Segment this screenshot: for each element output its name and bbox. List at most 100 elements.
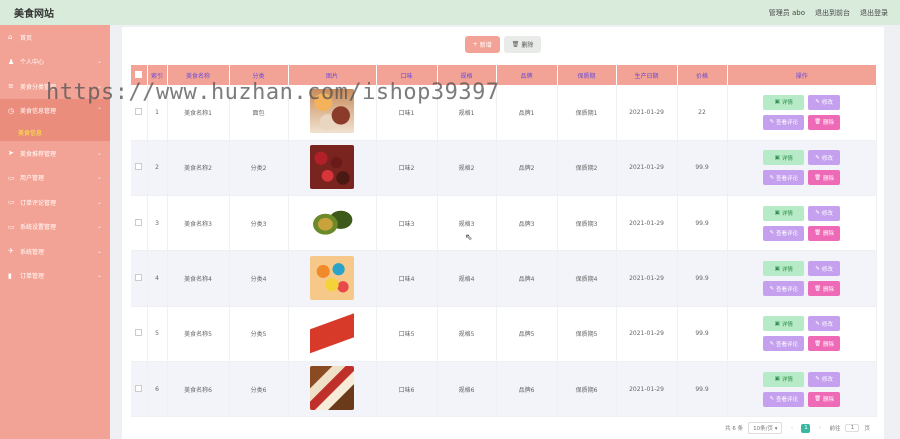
- edit-button[interactable]: ✎ 修改: [808, 261, 841, 277]
- edit-button[interactable]: ✎ 修改: [808, 371, 841, 387]
- front-link[interactable]: 退出到前台: [815, 8, 850, 18]
- actions-cell: ▣ 详情 ✎ 修改 ✎ 查看评论 🗑 删除: [727, 250, 877, 307]
- name-cell: 美食名称4: [167, 250, 230, 307]
- name-cell: 美食名称3: [167, 195, 230, 252]
- row-checkbox[interactable]: [135, 218, 143, 226]
- current-page[interactable]: 1: [801, 423, 811, 433]
- edit-button[interactable]: ✎ 修改: [808, 205, 841, 221]
- chevron-down-icon: ⌄: [96, 247, 102, 255]
- view-comments-button[interactable]: ✎ 查看评论: [763, 391, 805, 407]
- select-all-checkbox[interactable]: [135, 70, 143, 78]
- chevron-down-icon: ⌄: [96, 149, 102, 157]
- food-thumbnail-image: [310, 144, 354, 189]
- edit-label: 修改: [821, 321, 833, 328]
- food-table: 索引 美食名称 分类 图片 口味 规格 品牌 保质期 生产日期 价格 操作 1美…: [131, 65, 877, 418]
- image-cell: [288, 361, 377, 418]
- edit-button[interactable]: ✎ 修改: [808, 316, 841, 332]
- sidebar-item-7[interactable]: ▭ 系统设置管理 ⌄: [0, 215, 110, 240]
- prev-page-button[interactable]: ‹: [787, 424, 796, 433]
- bulk-delete-button[interactable]: 🗑 删除: [503, 36, 542, 53]
- image-cell: [288, 250, 377, 307]
- sidebar-item-0[interactable]: ⌂ 首页: [0, 25, 110, 50]
- detail-button[interactable]: ▣ 详情: [763, 316, 805, 332]
- delete-button[interactable]: 🗑 删除: [808, 391, 841, 407]
- view-comments-button[interactable]: ✎ 查看评论: [763, 170, 805, 186]
- admin-user-label: 管理员 abo: [768, 8, 805, 17]
- row-select-cell[interactable]: [131, 85, 148, 141]
- detail-icon: ▣: [774, 99, 780, 106]
- edit-button[interactable]: ✎ 修改: [808, 150, 841, 166]
- row-select-cell[interactable]: [131, 140, 148, 197]
- pencil-icon: ✎: [769, 340, 775, 347]
- detail-button[interactable]: ▣ 详情: [763, 205, 805, 221]
- detail-button[interactable]: ▣ 详情: [763, 371, 805, 387]
- brand-cell: 品牌3: [496, 195, 558, 252]
- detail-button[interactable]: ▣ 详情: [763, 94, 805, 110]
- delete-label: 删除: [823, 286, 835, 293]
- detail-button[interactable]: ▣ 详情: [763, 150, 805, 166]
- row-select-cell[interactable]: [131, 250, 148, 307]
- view-comments-label: 查看评论: [776, 175, 799, 182]
- list-icon: ≡: [8, 82, 14, 91]
- add-button[interactable]: + 新增: [464, 36, 500, 53]
- detail-label: 详情: [781, 321, 793, 328]
- sidebar-subitem[interactable]: 美食信息: [0, 123, 110, 141]
- view-comments-button[interactable]: ✎ 查看评论: [763, 336, 805, 352]
- sidebar-item-9[interactable]: ▮ 订单管理 ⌄: [0, 264, 110, 289]
- row-checkbox[interactable]: [135, 274, 143, 282]
- delete-button[interactable]: 🗑 删除: [808, 281, 841, 297]
- delete-button[interactable]: 🗑 删除: [808, 225, 841, 241]
- users-icon: ▭: [8, 173, 15, 182]
- goto-page-input[interactable]: 1: [845, 424, 860, 432]
- sidebar-item-4[interactable]: ➤ 美食推荐管理 ⌄: [0, 141, 110, 166]
- page-size-select[interactable]: 10条/页 ▾: [748, 422, 783, 434]
- row-checkbox[interactable]: [135, 107, 143, 115]
- pencil-icon: ✎: [769, 396, 775, 403]
- view-comments-label: 查看评论: [776, 397, 799, 404]
- view-comments-button[interactable]: ✎ 查看评论: [763, 225, 805, 241]
- detail-button[interactable]: ▣ 详情: [763, 261, 805, 277]
- logout-link[interactable]: 退出登录: [860, 8, 888, 18]
- col-brand: 品牌: [496, 65, 558, 85]
- row-select-cell[interactable]: [131, 306, 148, 362]
- col-category: 分类: [229, 65, 289, 85]
- row-checkbox[interactable]: [135, 163, 143, 171]
- col-price: 价格: [677, 65, 728, 85]
- view-comments-button[interactable]: ✎ 查看评论: [763, 114, 805, 130]
- table-header-row: 索引 美食名称 分类 图片 口味 规格 品牌 保质期 生产日期 价格 操作: [131, 65, 877, 85]
- delete-label: 删除: [823, 120, 835, 127]
- name-cell: 美食名称5: [167, 306, 230, 362]
- goto-label: 前往: [829, 426, 841, 432]
- row-select-cell[interactable]: [131, 195, 148, 252]
- sidebar-item-label: 订单管理: [20, 273, 45, 281]
- sidebar-item-2[interactable]: ≡ 美食分类管理 ⌄: [0, 74, 110, 99]
- select-all-cell[interactable]: [131, 65, 148, 85]
- row-select-cell[interactable]: [131, 361, 148, 418]
- sidebar-item-1[interactable]: ♟ 个人中心 ⌄: [0, 50, 110, 75]
- detail-icon: ▣: [774, 154, 780, 161]
- next-page-button[interactable]: ›: [815, 424, 824, 433]
- row-checkbox[interactable]: [135, 329, 143, 337]
- detail-label: 详情: [781, 266, 793, 273]
- edit-button[interactable]: ✎ 修改: [808, 94, 841, 110]
- view-comments-button[interactable]: ✎ 查看评论: [763, 281, 805, 297]
- sidebar-item-3[interactable]: ◷ 美食信息管理 ⌃: [0, 98, 110, 123]
- col-index: 索引: [147, 65, 168, 85]
- detail-label: 详情: [781, 100, 793, 107]
- brand-cell: 品牌6: [496, 361, 558, 418]
- delete-button[interactable]: 🗑 删除: [808, 114, 841, 130]
- delete-button[interactable]: 🗑 删除: [808, 336, 841, 352]
- sidebar-item-8[interactable]: ✈ 系统管理 ⌄: [0, 239, 110, 264]
- sidebar-item-5[interactable]: ▭ 用户管理 ⌄: [0, 166, 110, 191]
- sidebar-item-label: 系统管理: [20, 248, 45, 256]
- view-comments-label: 查看评论: [776, 341, 799, 348]
- spec-cell: 规格2: [437, 140, 497, 197]
- sidebar-item-6[interactable]: ▭ 订单评论管理 ⌄: [0, 190, 110, 215]
- row-checkbox[interactable]: [135, 384, 143, 392]
- delete-button[interactable]: 🗑 删除: [808, 170, 841, 186]
- image-cell: [288, 85, 377, 141]
- shelf-life-cell: 保质期5: [557, 306, 617, 362]
- spec-cell: 规格4: [437, 250, 497, 307]
- trash-icon: 🗑: [814, 396, 822, 403]
- name-cell: 美食名称6: [167, 361, 230, 418]
